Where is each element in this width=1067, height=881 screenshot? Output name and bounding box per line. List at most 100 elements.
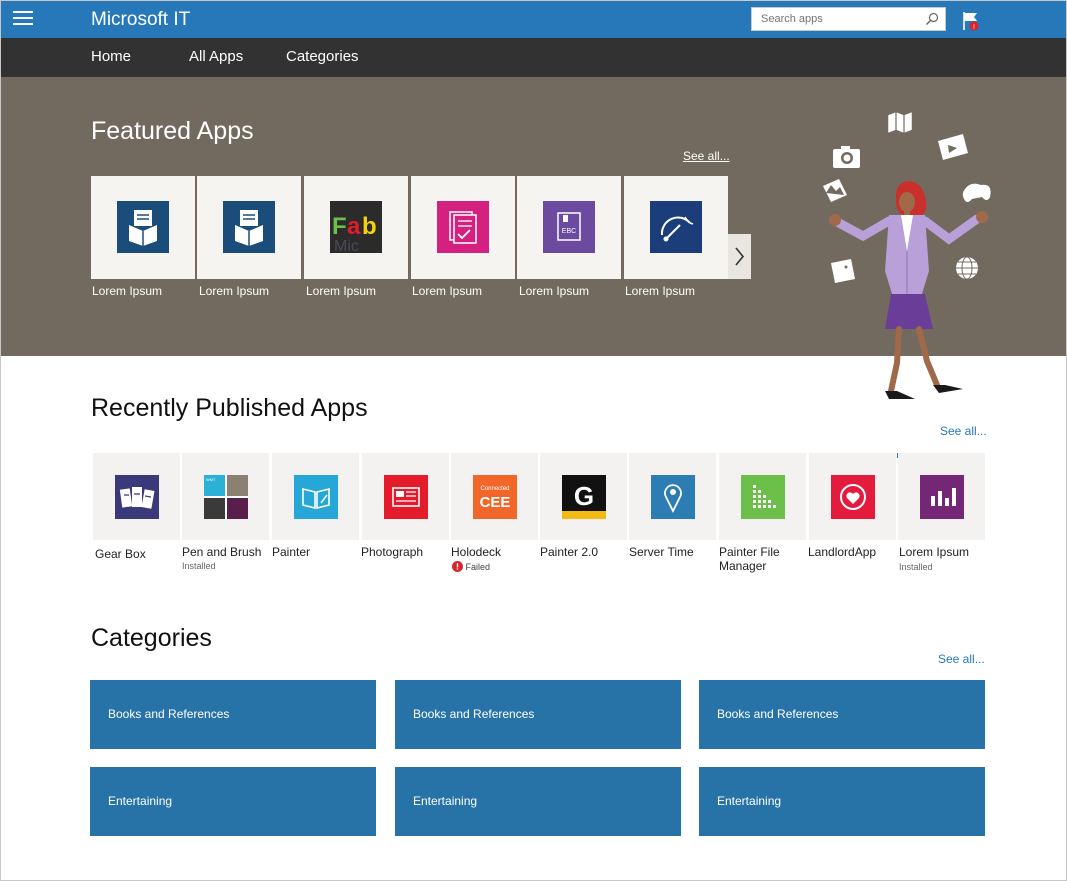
search-icon[interactable] bbox=[925, 12, 939, 26]
nav-home[interactable]: Home bbox=[91, 48, 131, 65]
recent-app-name: Server Time bbox=[629, 545, 694, 559]
gamepad-icon bbox=[962, 183, 991, 202]
juggler-illustration bbox=[823, 111, 991, 399]
failed-status: Failed bbox=[452, 561, 490, 572]
featured-app-label: Lorem Ipsum bbox=[92, 284, 163, 298]
globe-icon bbox=[956, 256, 978, 280]
recent-app-name: Holodeck bbox=[451, 545, 502, 559]
install-status: Installed bbox=[182, 561, 216, 571]
recent-app-name: Painter File Manager bbox=[719, 545, 780, 573]
category-tile[interactable]: Books and References bbox=[395, 680, 681, 749]
video-icon bbox=[938, 134, 968, 160]
recent-app-name: Painter 2.0 bbox=[540, 545, 599, 559]
svg-text:b: b bbox=[362, 213, 377, 240]
recent-app-tile[interactable] bbox=[719, 453, 806, 540]
category-tile[interactable]: Entertaining bbox=[90, 767, 376, 836]
recent-app-tile[interactable] bbox=[809, 453, 896, 540]
fab-icon: F a b Mic bbox=[330, 201, 382, 253]
featured-app-tile[interactable]: F a b Mic bbox=[304, 176, 408, 279]
recent-title: Recently Published Apps bbox=[91, 394, 368, 422]
install-status: Installed bbox=[899, 562, 933, 572]
gear-box-icon bbox=[115, 475, 159, 519]
featured-app-tile[interactable] bbox=[91, 176, 195, 279]
category-label: Entertaining bbox=[413, 794, 478, 808]
category-label: Books and References bbox=[413, 707, 535, 721]
svg-text:Mic: Mic bbox=[334, 238, 359, 253]
map-icon bbox=[887, 111, 913, 134]
gauge-icon bbox=[650, 201, 702, 253]
recent-see-all-link[interactable]: See all... bbox=[940, 424, 987, 438]
heart-icon bbox=[831, 475, 875, 519]
search-box[interactable] bbox=[751, 7, 946, 31]
featured-app-label: Lorem Ipsum bbox=[519, 284, 590, 298]
category-tile[interactable]: Entertaining bbox=[699, 767, 985, 836]
recent-app-name: Gear Box bbox=[95, 547, 146, 561]
box-document-icon bbox=[117, 201, 169, 253]
svg-text:G: G bbox=[574, 481, 594, 511]
recent-app-tile[interactable] bbox=[272, 453, 359, 540]
categories-title: Categories bbox=[91, 624, 212, 652]
app-window: Microsoft IT ! Home All Apps Categories … bbox=[0, 0, 1067, 881]
checklist-document-icon bbox=[437, 201, 489, 253]
featured-app-tile[interactable] bbox=[197, 176, 301, 279]
recent-app-name: Pen and Brush bbox=[182, 545, 262, 559]
chevron-right-icon bbox=[735, 247, 745, 266]
featured-app-label: Lorem Ipsum bbox=[412, 284, 483, 298]
recent-app-tile[interactable]: G bbox=[540, 453, 627, 540]
recent-app-name: Lorem Ipsum bbox=[899, 545, 970, 559]
flag-alert-icon[interactable]: ! bbox=[961, 10, 983, 32]
svg-text:Connected: Connected bbox=[480, 486, 509, 492]
photograph-icon bbox=[384, 475, 428, 519]
bar-chart-icon bbox=[920, 475, 964, 519]
featured-next-button[interactable] bbox=[728, 234, 751, 279]
svg-text:WMT: WMT bbox=[206, 477, 216, 482]
box-icon bbox=[831, 259, 855, 283]
categories-see-all-link[interactable]: See all... bbox=[938, 652, 985, 666]
photo-icon bbox=[823, 179, 847, 202]
category-tile[interactable]: Entertaining bbox=[395, 767, 681, 836]
recent-app-tile[interactable] bbox=[93, 453, 180, 540]
recent-app-name: Painter bbox=[272, 545, 311, 559]
connected-cee-icon: Connected CEE bbox=[473, 475, 517, 519]
brand-title: Microsoft IT bbox=[91, 9, 191, 30]
category-label: Entertaining bbox=[108, 794, 173, 808]
featured-app-tile[interactable]: EBC bbox=[517, 176, 621, 279]
hamburger-menu-icon[interactable] bbox=[13, 11, 33, 27]
grid-icon bbox=[741, 475, 785, 519]
pen-brush-icon: WMT bbox=[204, 475, 248, 519]
category-tile[interactable]: Books and References bbox=[699, 680, 985, 749]
svg-text:!: ! bbox=[973, 24, 975, 31]
nav-all-apps[interactable]: All Apps bbox=[189, 48, 243, 65]
featured-app-tile[interactable] bbox=[624, 176, 728, 279]
svg-text:EBC: EBC bbox=[562, 228, 576, 235]
svg-text:a: a bbox=[347, 213, 361, 240]
ebc-book-icon: EBC bbox=[543, 201, 595, 253]
featured-app-tile[interactable] bbox=[411, 176, 515, 279]
nav-bar: Home All Apps Categories bbox=[1, 38, 1066, 77]
recent-app-tile[interactable]: WMT bbox=[182, 453, 269, 540]
letter-g-icon: G bbox=[562, 475, 606, 519]
category-label: Books and References bbox=[108, 707, 230, 721]
box-document-icon bbox=[223, 201, 275, 253]
top-bar: Microsoft IT ! bbox=[1, 1, 1066, 38]
recent-app-name: LandlordApp bbox=[808, 545, 877, 559]
failed-status-label: Failed bbox=[465, 562, 491, 572]
recent-app-tile[interactable] bbox=[898, 453, 985, 540]
featured-see-all-link[interactable]: See all... bbox=[683, 149, 730, 163]
featured-app-label: Lorem Ipsum bbox=[306, 284, 377, 298]
search-input[interactable] bbox=[752, 8, 917, 30]
map-pin-icon bbox=[651, 475, 695, 519]
nav-categories[interactable]: Categories bbox=[286, 48, 359, 65]
recent-app-tile[interactable] bbox=[629, 453, 716, 540]
recent-app-name: Photograph bbox=[361, 545, 424, 559]
error-icon bbox=[452, 561, 463, 572]
recent-app-tile[interactable]: Connected CEE bbox=[451, 453, 538, 540]
category-label: Books and References bbox=[717, 707, 839, 721]
svg-text:CEE: CEE bbox=[480, 494, 511, 511]
camera-icon bbox=[833, 146, 860, 168]
featured-app-label: Lorem Ipsum bbox=[625, 284, 696, 298]
svg-text:F: F bbox=[332, 213, 347, 240]
featured-app-label: Lorem Ipsum bbox=[199, 284, 270, 298]
recent-app-tile[interactable] bbox=[362, 453, 449, 540]
category-tile[interactable]: Books and References bbox=[90, 680, 376, 749]
